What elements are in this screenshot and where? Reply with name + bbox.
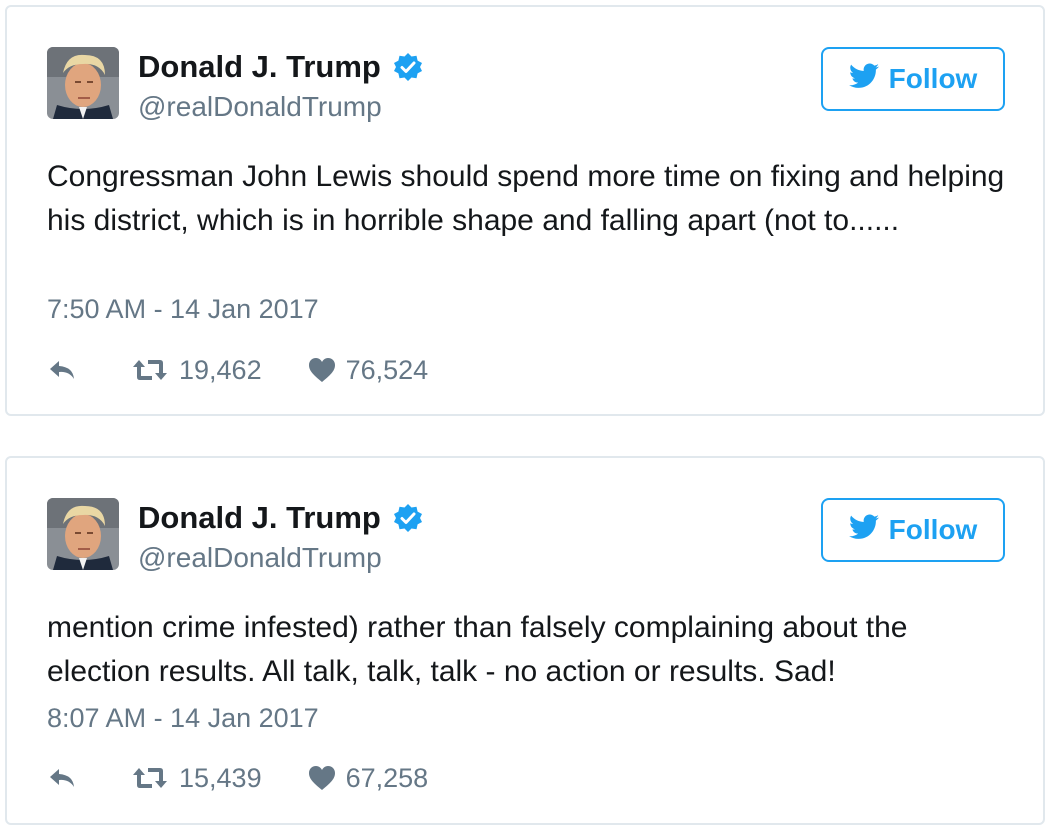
twitter-bird-icon xyxy=(848,514,879,547)
follow-button[interactable]: Follow xyxy=(821,47,1005,111)
display-name-text: Donald J. Trump xyxy=(138,500,381,535)
retweet-count: 19,462 xyxy=(179,354,262,385)
follow-label: Follow xyxy=(888,514,978,545)
tweet-text: Congressman John Lewis should spend more… xyxy=(47,160,1005,237)
heart-icon xyxy=(308,765,336,791)
display-name[interactable]: Donald J. Trump xyxy=(138,500,423,536)
avatar[interactable] xyxy=(47,498,119,570)
tweet-text: mention crime infested) rather than fals… xyxy=(47,611,908,688)
reply-button[interactable] xyxy=(47,358,83,382)
follow-label: Follow xyxy=(888,63,978,94)
retweet-icon xyxy=(131,357,169,383)
reply-icon xyxy=(47,766,77,790)
twitter-bird-icon xyxy=(848,63,879,96)
display-name[interactable]: Donald J. Trump xyxy=(138,49,423,85)
handle[interactable]: @realDonaldTrump xyxy=(138,91,382,123)
follow-button[interactable]: Follow xyxy=(821,498,1005,562)
like-count: 67,258 xyxy=(345,762,429,793)
verified-badge-icon xyxy=(393,52,423,82)
retweet-icon xyxy=(131,765,169,791)
like-button[interactable]: 76,524 xyxy=(298,354,429,386)
retweet-button[interactable]: 15,439 xyxy=(121,763,262,794)
tweet-actions: 19,462 76,524 xyxy=(47,352,428,388)
reply-button[interactable] xyxy=(47,766,83,790)
avatar[interactable] xyxy=(47,47,119,119)
reply-icon xyxy=(47,358,77,382)
display-name-text: Donald J. Trump xyxy=(138,49,381,84)
tweet-card: Donald J. Trump @realDonaldTrump Follow … xyxy=(5,456,1045,825)
verified-badge-icon xyxy=(393,503,423,533)
retweet-button[interactable]: 19,462 xyxy=(121,355,262,386)
retweet-count: 15,439 xyxy=(179,762,262,793)
heart-icon xyxy=(308,357,336,383)
timestamp[interactable]: 8:07 AM - 14 Jan 2017 xyxy=(47,703,319,734)
like-button[interactable]: 67,258 xyxy=(298,762,429,794)
timestamp[interactable]: 7:50 AM - 14 Jan 2017 xyxy=(47,294,319,325)
like-count: 76,524 xyxy=(345,354,429,385)
tweet-card: Donald J. Trump @realDonaldTrump Follow … xyxy=(5,5,1045,416)
handle[interactable]: @realDonaldTrump xyxy=(138,542,382,574)
tweet-actions: 15,439 67,258 xyxy=(47,760,428,796)
